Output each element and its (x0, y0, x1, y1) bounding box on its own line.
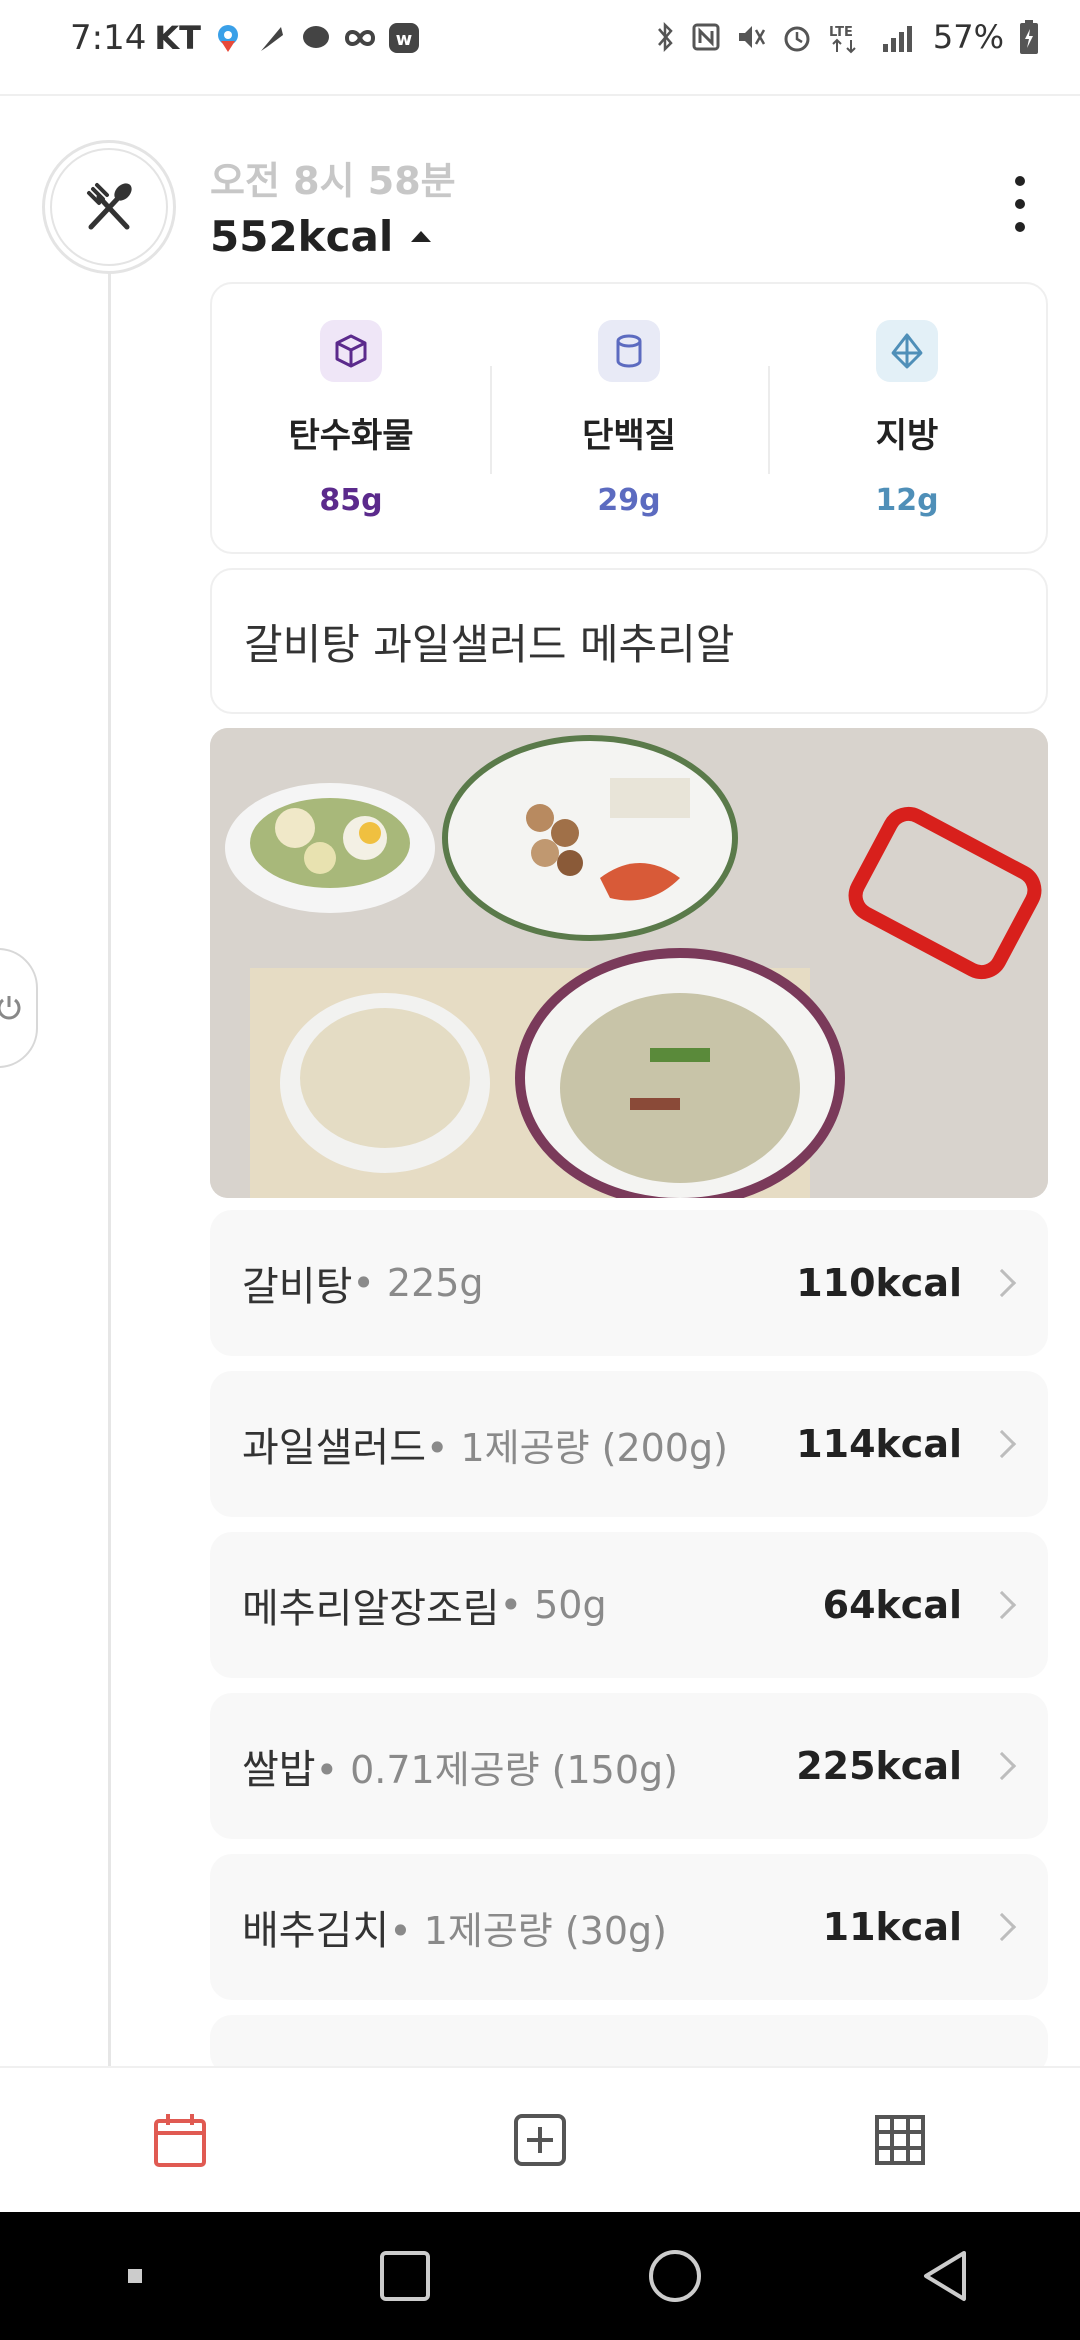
svg-text:LTE: LTE (829, 25, 853, 40)
feather-icon (260, 27, 283, 51)
food-kcal: 11kcal (822, 1905, 962, 1949)
bluetooth-icon (657, 21, 673, 53)
macro-value: 29g (597, 483, 661, 518)
meal-memo[interactable]: 갈비탕 과일샐러드 메추리알 (210, 568, 1048, 714)
infinity-icon (344, 30, 375, 46)
home-circle-icon (649, 2250, 701, 2302)
more-options-button[interactable] (1000, 176, 1040, 232)
macro-fat: 지방 12g (768, 284, 1046, 552)
macro-summary-card: 탄수화물 85g 단백질 29g 지방 12g (210, 282, 1048, 554)
food-item[interactable]: 갈비탕 • 225g 110kcal (210, 1210, 1048, 1356)
chevron-right-icon (987, 1268, 1017, 1298)
system-nav-bar (0, 2212, 1080, 2340)
battery-icon (1020, 20, 1038, 54)
food-name: 쌀밥 (242, 1747, 316, 1793)
back-button[interactable] (885, 2231, 1005, 2321)
chevron-right-icon (987, 1912, 1017, 1942)
food-name: 메추리알장조림 (242, 1586, 500, 1632)
macro-value: 85g (319, 483, 383, 518)
food-quantity: • 1제공량 (200g) (426, 1425, 728, 1470)
nfc-icon (692, 23, 720, 51)
signal-icon (882, 26, 912, 52)
memo-text: 갈비탕 과일샐러드 메추리알 (244, 619, 735, 669)
food-quantity: • 1제공량 (30g) (389, 1908, 667, 1953)
diamond-icon (876, 320, 938, 382)
meal-kcal-value: 552kcal (210, 212, 394, 261)
w-app-icon: w (388, 23, 419, 53)
food-name: 갈비탕 (242, 1264, 353, 1310)
chevron-right-icon (987, 1590, 1017, 1620)
home-button[interactable] (615, 2231, 735, 2321)
nav-grid[interactable] (720, 2113, 1080, 2167)
calendar-icon (154, 2114, 206, 2167)
back-triangle-icon (924, 2251, 966, 2301)
chat-bubble-icon (302, 26, 329, 48)
grid-icon (875, 2115, 925, 2165)
cylinder-icon (598, 320, 660, 382)
status-carrier: KT (154, 19, 201, 57)
food-name: 과일샐러드 (242, 1425, 426, 1471)
food-item[interactable]: 메추리알장조림 • 50g 64kcal (210, 1532, 1048, 1678)
food-kcal: 110kcal (796, 1261, 962, 1305)
macro-name: 지방 (875, 416, 939, 456)
recent-apps-icon (380, 2251, 430, 2301)
macro-name: 탄수화물 (288, 416, 414, 456)
nav-calendar[interactable] (0, 2111, 360, 2169)
macro-name: 단백질 (582, 416, 676, 456)
status-time: 7:14 (70, 18, 147, 58)
food-quantity: • 225g (352, 1261, 484, 1305)
food-kcal: 225kcal (796, 1744, 962, 1788)
macro-carbs: 탄수화물 85g (212, 284, 490, 552)
chevron-right-icon (987, 1429, 1017, 1459)
add-square-icon (514, 2114, 566, 2166)
small-square-icon (128, 2269, 142, 2283)
system-dot-button[interactable] (75, 2231, 195, 2321)
macro-protein: 단백질 29g (490, 284, 768, 552)
food-kcal: 64kcal (822, 1583, 962, 1627)
food-quantity: • 0.71제공량 (150g) (315, 1747, 678, 1792)
food-item[interactable]: 배추김치 • 1제공량 (30g) 11kcal (210, 1854, 1048, 2000)
meal-total-kcal[interactable]: 552kcal (210, 212, 432, 261)
svg-text:w: w (396, 29, 413, 50)
mute-icon (738, 26, 765, 48)
bottom-nav (0, 2066, 1080, 2212)
recent-apps-button[interactable] (345, 2231, 465, 2321)
meal-type-badge (42, 140, 176, 274)
lte-icon: LTE (829, 25, 856, 54)
side-panel-handle[interactable] (0, 948, 38, 1068)
meal-photo[interactable] (210, 728, 1048, 1198)
nav-add[interactable] (360, 2112, 720, 2168)
chevron-right-icon (987, 1751, 1017, 1781)
food-quantity: • 50g (499, 1583, 607, 1627)
cube-icon (320, 320, 382, 382)
macro-value: 12g (875, 483, 939, 518)
utensils-icon (87, 183, 132, 230)
food-item[interactable]: 쌀밥 • 0.71제공량 (150g) 225kcal (210, 1693, 1048, 1839)
food-kcal: 114kcal (796, 1422, 962, 1466)
food-name: 배추김치 (242, 1908, 390, 1954)
status-bar: 7:14 KT w LTE 57% (0, 0, 1080, 96)
food-item[interactable]: 과일샐러드 • 1제공량 (200g) 114kcal (210, 1371, 1048, 1517)
collapse-caret-icon[interactable] (411, 231, 432, 242)
alarm-icon (784, 26, 810, 52)
battery-percent: 57% (932, 18, 1004, 56)
map-pin-icon (217, 25, 238, 52)
timeline-line (108, 270, 111, 2070)
power-icon (0, 996, 21, 1020)
meal-time: 오전 8시 58분 (210, 159, 456, 203)
